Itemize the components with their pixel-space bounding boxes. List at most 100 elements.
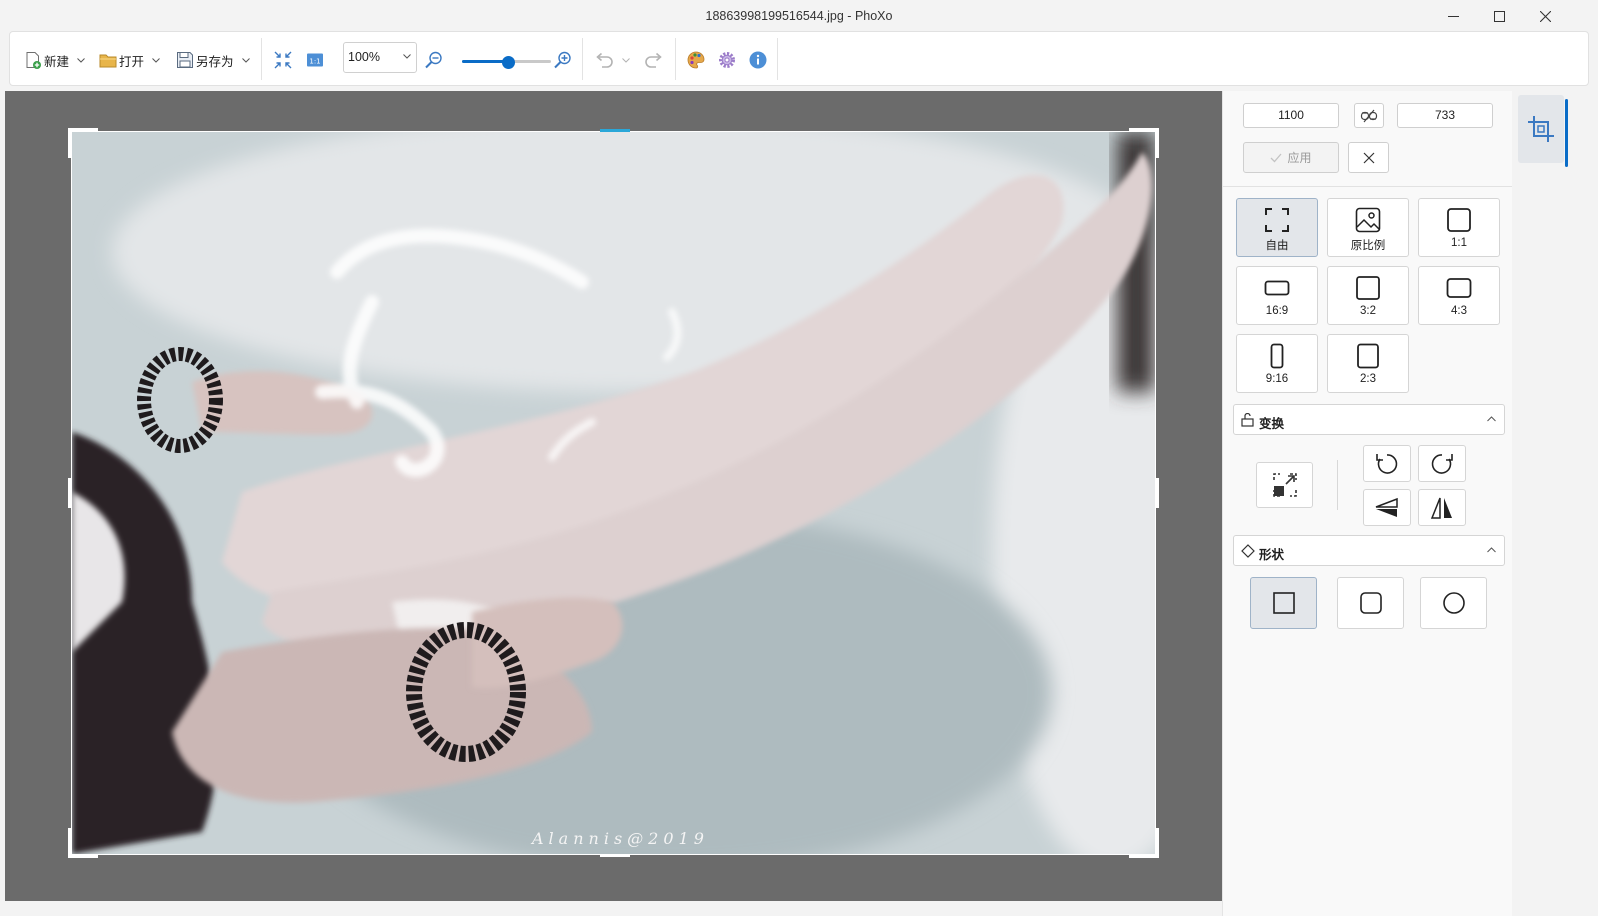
ratio-3-2[interactable]: 3:2 [1327, 266, 1409, 325]
crop-handle-bottom-left[interactable] [68, 828, 98, 858]
ratio-9-16[interactable]: 9:16 [1236, 334, 1318, 393]
original-ratio-icon [1355, 207, 1381, 233]
free-crop-icon [1265, 208, 1289, 232]
open-button[interactable]: 打开 [99, 45, 160, 75]
resize-icon [1272, 473, 1297, 497]
settings-icon [719, 52, 735, 68]
toolbar-separator [675, 38, 676, 80]
unlink-icon [1360, 109, 1378, 122]
circle-icon [1442, 592, 1465, 614]
redo-icon [645, 52, 662, 68]
info-button[interactable] [748, 45, 768, 75]
diamond-icon [1241, 544, 1255, 558]
shape-circle[interactable] [1420, 577, 1487, 629]
undo-icon [596, 52, 613, 68]
image-canvas[interactable]: Alannis@2019 [5, 91, 1222, 901]
crop-frame[interactable] [68, 128, 1159, 858]
close-button[interactable] [1522, 0, 1568, 32]
redo-button[interactable] [644, 45, 664, 75]
zoom-in-button[interactable] [553, 45, 573, 75]
settings-button[interactable] [717, 45, 737, 75]
ratio-label: 9:16 [1265, 373, 1289, 385]
ratio-16-9[interactable]: 16:9 [1236, 266, 1318, 325]
fit-window-button[interactable] [274, 45, 292, 75]
ratio-original[interactable]: 原比例 [1327, 198, 1409, 257]
maximize-icon [1493, 10, 1505, 22]
apply-button-label: 应用 [1287, 151, 1312, 165]
ratio-label: 原比例 [1350, 240, 1386, 252]
ratio-free[interactable]: 自由 [1236, 198, 1318, 257]
crop-handle-left[interactable] [68, 478, 71, 508]
transform-section-title: 变换 [1259, 417, 1285, 431]
divider [1337, 460, 1338, 510]
ratio-16-9-icon [1264, 280, 1290, 296]
cancel-crop-button[interactable] [1348, 142, 1389, 173]
new-file-icon [26, 52, 41, 69]
chevron-down-icon[interactable] [152, 57, 160, 63]
ratio-label: 1:1 [1451, 237, 1467, 249]
save-icon [177, 52, 193, 68]
check-icon [1271, 153, 1282, 162]
rotate-left-button[interactable] [1363, 445, 1411, 482]
zoom-out-icon [425, 51, 442, 69]
folder-icon [99, 54, 117, 68]
resize-image-button[interactable] [1256, 462, 1313, 508]
crop-height-input[interactable]: 733 [1397, 103, 1493, 128]
title-bar: 18863998199516544.jpg - PhoXo [0, 0, 1598, 32]
info-icon [749, 51, 767, 69]
maximize-button[interactable] [1476, 0, 1522, 32]
ratio-1-1-icon [1447, 208, 1471, 232]
crop-panel: 1100 733 应用 自由 原比例 1:1 16:9 3:2 4:3 9:16… [1222, 91, 1513, 916]
shape-section-header[interactable]: 形状 [1233, 535, 1505, 566]
chevron-down-icon[interactable] [77, 57, 85, 63]
actual-size-button[interactable]: 1:1 [306, 45, 324, 75]
crop-handle-top-left[interactable] [68, 128, 98, 158]
ratio-2-3-icon [1357, 343, 1379, 369]
chevron-down-icon[interactable] [622, 57, 630, 63]
window-title: 18863998199516544.jpg - PhoXo [705, 9, 893, 23]
apply-button[interactable]: 应用 [1243, 142, 1339, 173]
transform-icon [1241, 413, 1254, 427]
close-icon [1363, 152, 1374, 163]
ratio-label: 16:9 [1265, 305, 1289, 317]
crop-handle-right[interactable] [1156, 478, 1159, 508]
undo-button[interactable] [594, 45, 630, 75]
ratio-4-3[interactable]: 4:3 [1418, 266, 1500, 325]
zoom-value: 100% [348, 50, 380, 64]
ratio-2-3[interactable]: 2:3 [1327, 334, 1409, 393]
shape-section-title: 形状 [1259, 548, 1285, 562]
crop-width-input[interactable]: 1100 [1243, 103, 1339, 128]
minimize-button[interactable] [1430, 0, 1476, 32]
save-as-button[interactable]: 另存为 [176, 45, 250, 75]
zoom-select[interactable]: 100% [343, 42, 417, 73]
shape-rectangle[interactable] [1250, 577, 1317, 629]
ratio-1-1[interactable]: 1:1 [1418, 198, 1500, 257]
zoom-slider-thumb[interactable] [501, 56, 515, 69]
chevron-up-icon [1487, 416, 1496, 422]
new-button[interactable]: 新建 [24, 45, 85, 75]
zoom-in-icon [554, 51, 571, 69]
minimize-icon [1447, 15, 1459, 17]
rotate-right-button[interactable] [1418, 445, 1466, 482]
crop-handle-bottom[interactable] [600, 854, 630, 857]
ratio-label: 2:3 [1360, 373, 1376, 385]
chevron-down-icon[interactable] [241, 57, 250, 63]
ratio-label: 4:3 [1451, 305, 1467, 317]
toolbar-separator [777, 38, 778, 80]
zoom-out-button[interactable] [424, 45, 444, 75]
shape-rounded-rectangle[interactable] [1337, 577, 1404, 629]
flip-horizontal-button[interactable] [1418, 489, 1466, 526]
palette-button[interactable] [686, 45, 706, 75]
crop-handle-top-right[interactable] [1129, 128, 1159, 158]
rotate-left-icon [1376, 453, 1398, 474]
rectangle-icon [1272, 592, 1295, 614]
crop-handle-top[interactable] [600, 129, 630, 132]
zoom-slider[interactable] [462, 56, 551, 69]
crop-handle-bottom-right[interactable] [1129, 828, 1159, 858]
transform-section-header[interactable]: 变换 [1233, 404, 1505, 435]
rotate-right-icon [1431, 453, 1453, 474]
flip-vertical-button[interactable] [1363, 489, 1411, 526]
divider [1223, 186, 1513, 187]
crop-tool-tab[interactable] [1518, 95, 1568, 167]
lock-ratio-button[interactable] [1354, 103, 1384, 128]
